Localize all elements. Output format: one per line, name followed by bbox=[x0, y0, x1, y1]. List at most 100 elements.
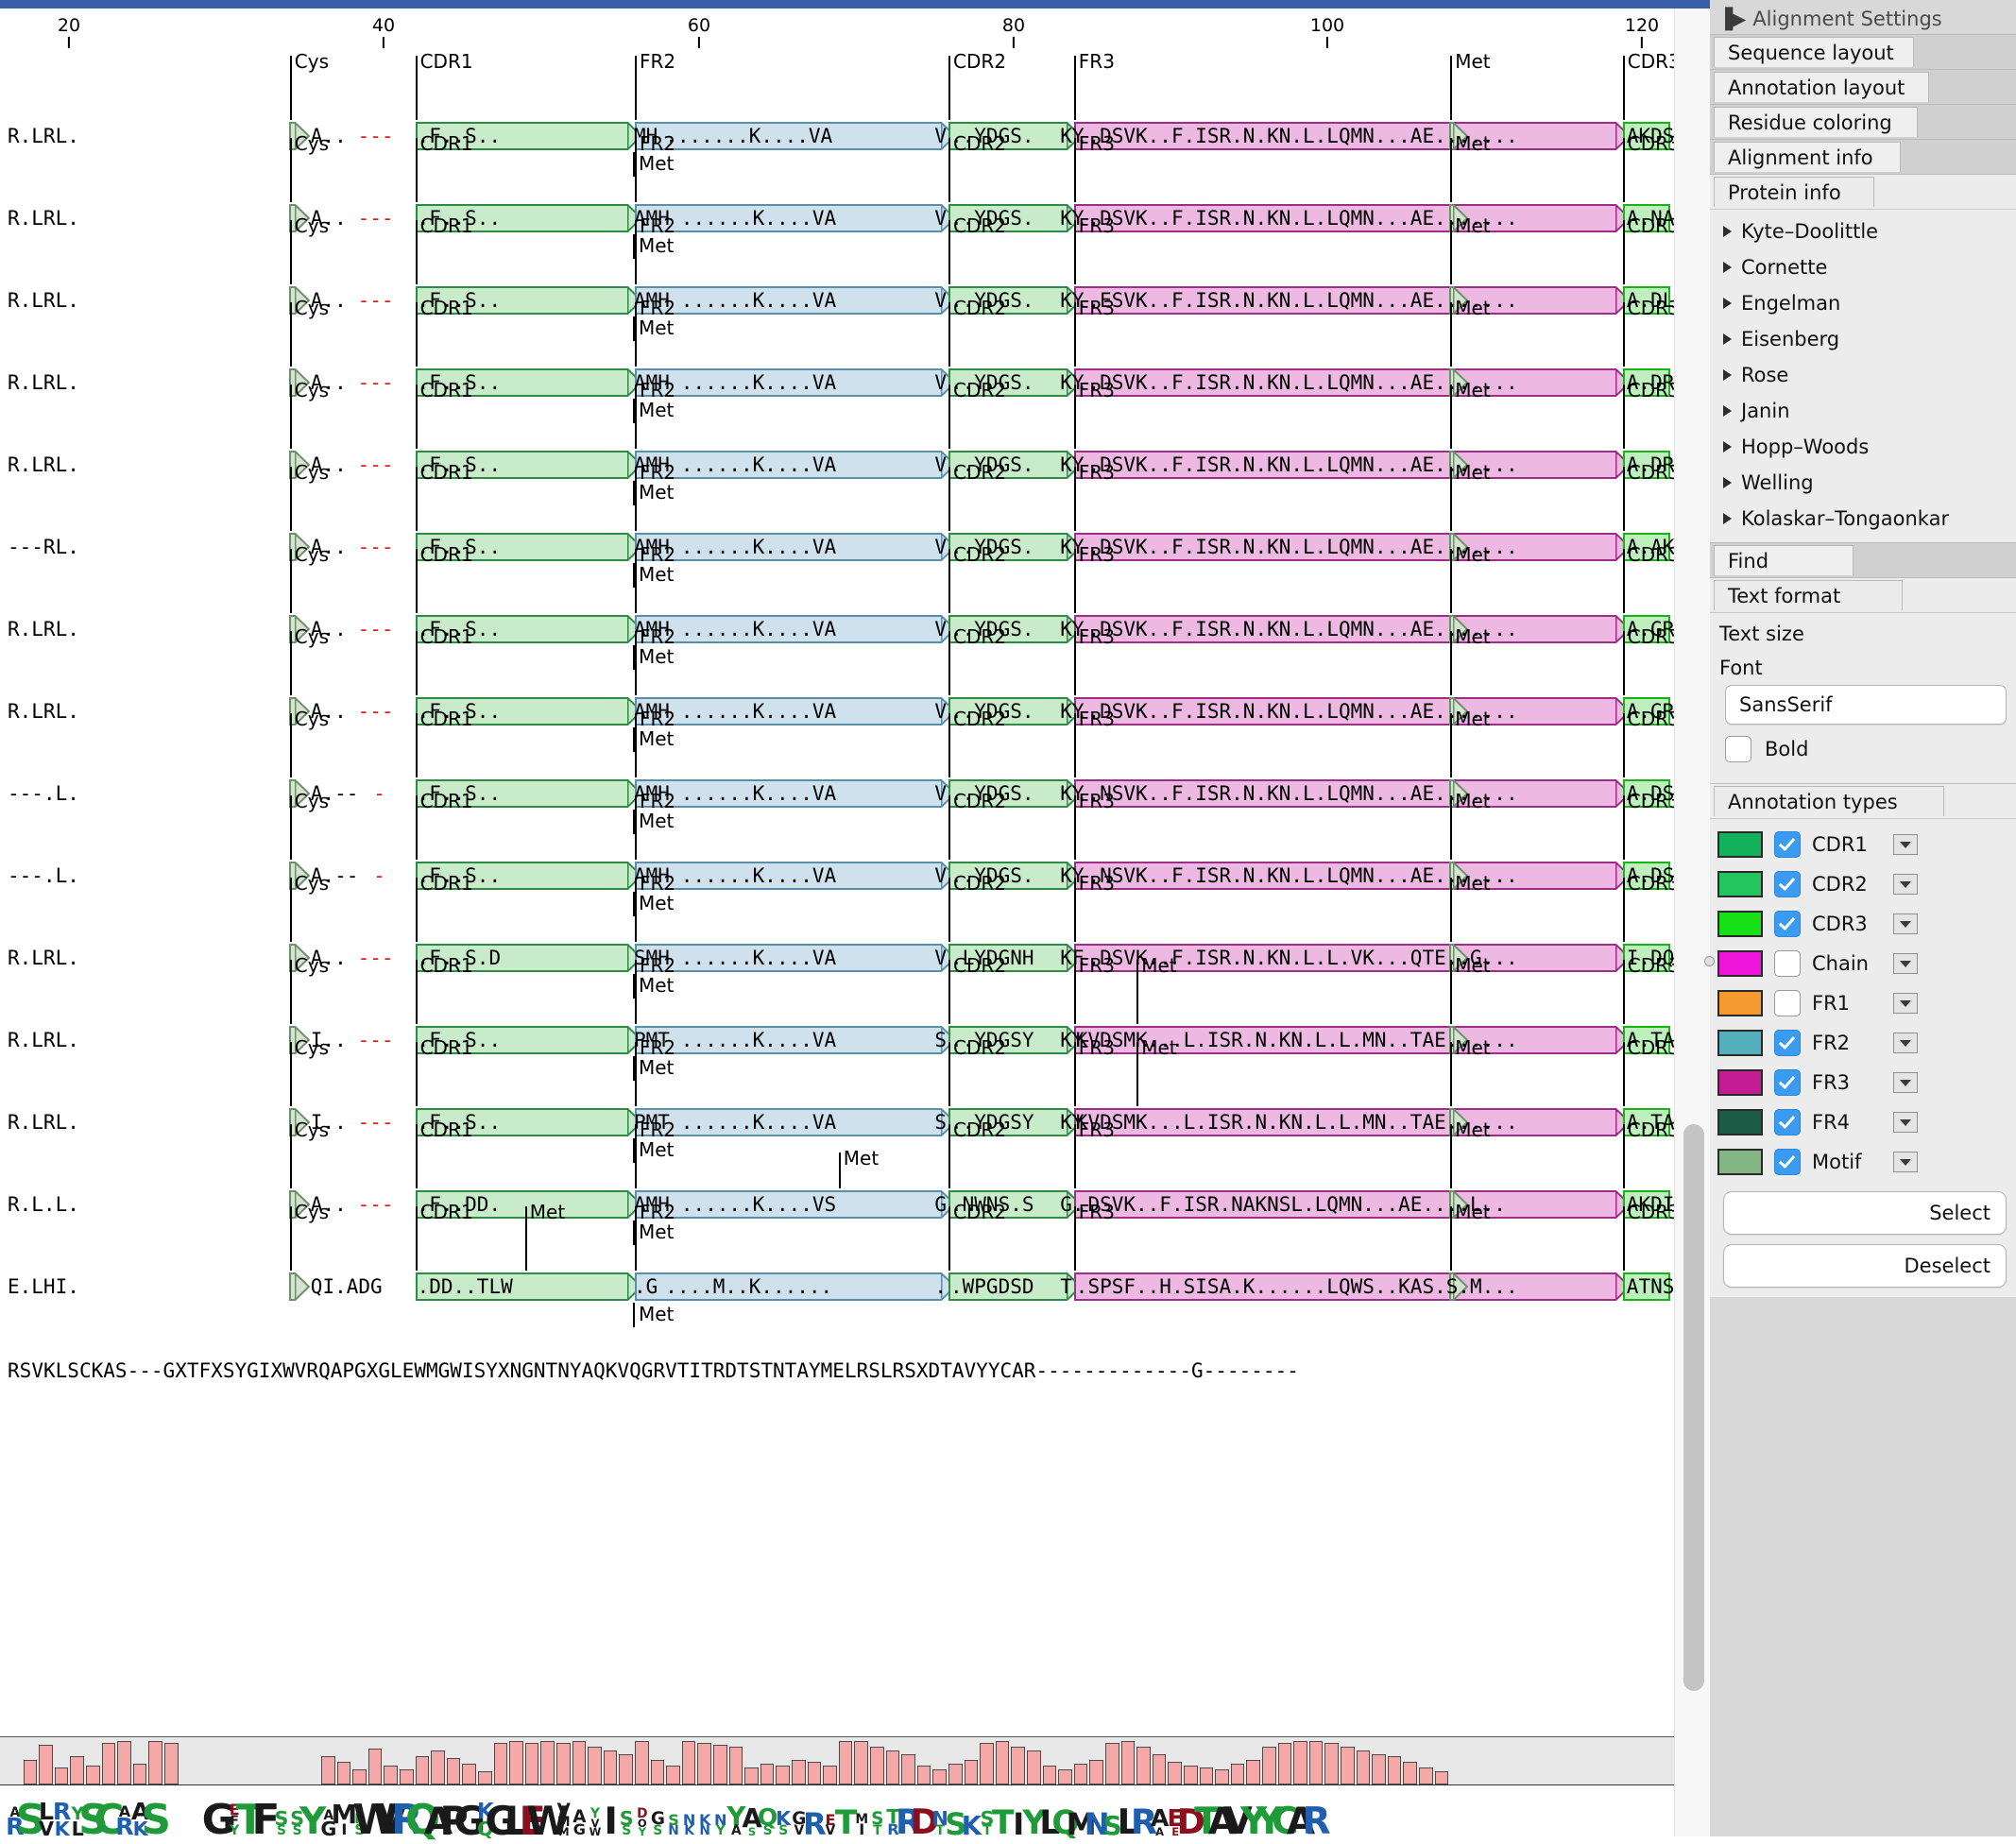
protein-info-item-2[interactable]: Engelman bbox=[1710, 285, 2016, 321]
fr3-label: FR3 bbox=[1078, 297, 1115, 319]
chevron-down-icon[interactable] bbox=[1893, 1152, 1918, 1172]
annotation-type-row-fr4[interactable]: FR4 bbox=[1710, 1102, 2016, 1142]
annotation-type-checkbox[interactable] bbox=[1774, 1030, 1801, 1056]
residue-gap-dashes: --- bbox=[357, 1029, 394, 1051]
color-swatch[interactable] bbox=[1717, 831, 1763, 858]
logo-letter: A bbox=[731, 1823, 742, 1839]
met-label: Met bbox=[1455, 132, 1491, 155]
protein-info-item-6[interactable]: Hopp–Woods bbox=[1710, 429, 2016, 465]
cdr3-label: CDR3 bbox=[1627, 379, 1674, 401]
chevron-down-icon[interactable] bbox=[1893, 953, 1918, 974]
sidebar-resize-handle[interactable] bbox=[1704, 956, 1715, 966]
residue-fr2-end: V bbox=[934, 289, 948, 312]
annotation-type-row-cdr1[interactable]: CDR1 bbox=[1710, 825, 2016, 864]
protein-info-item-3[interactable]: Eisenberg bbox=[1710, 321, 2016, 357]
chevron-down-icon[interactable] bbox=[1893, 1072, 1918, 1093]
conservation-bar bbox=[838, 1741, 853, 1784]
color-swatch[interactable] bbox=[1717, 990, 1763, 1016]
font-select[interactable]: SansSerif bbox=[1725, 685, 2007, 725]
section-residue-coloring[interactable]: Residue coloring bbox=[1710, 104, 2016, 139]
protein-info-list[interactable]: Kyte–Doolittle Cornette Engelman Eisenberg R… bbox=[1710, 209, 2016, 542]
expand-panel-icon[interactable]: ▐▶ bbox=[1717, 8, 1746, 30]
section-alignment-info[interactable]: Alignment info bbox=[1710, 139, 2016, 174]
chevron-down-icon[interactable] bbox=[1893, 1033, 1918, 1053]
conservation-bar bbox=[1341, 1747, 1355, 1784]
conservation-bar bbox=[367, 1749, 383, 1784]
annotation-types-panel[interactable]: CDR1 CDR2 CDR3 Chain FR1 FR2 FR3 FR4 Motif Selec… bbox=[1710, 818, 2016, 1297]
section-annotation-types[interactable]: Annotation types bbox=[1710, 783, 2016, 818]
color-swatch[interactable] bbox=[1717, 1030, 1763, 1056]
section-tab-label[interactable]: Annotation layout bbox=[1714, 72, 1929, 102]
annotation-type-checkbox[interactable] bbox=[1774, 1149, 1801, 1175]
annotation-type-checkbox[interactable] bbox=[1774, 990, 1801, 1016]
annotation-types-tab-label[interactable]: Annotation types bbox=[1714, 786, 1944, 816]
alignment-panel[interactable]: 20 40 60 80 100 120 Cys CDR1 FR2 CDR2 FR3 Met CDR3 R… bbox=[0, 9, 1674, 1836]
section-find[interactable]: Find bbox=[1710, 542, 2016, 577]
residue-prefix: R.LRL. bbox=[8, 1111, 79, 1134]
sequence-logo: ARSLVRKYLSCARAKSGEFYTFSSSSYAGMIHSWVRQAPG… bbox=[0, 1785, 1674, 1841]
scrollbar-thumb[interactable] bbox=[1683, 1124, 1704, 1691]
section-tab-label[interactable]: Alignment info bbox=[1714, 142, 1901, 172]
fr3-label: FR3 bbox=[1078, 214, 1115, 237]
conservation-bar bbox=[635, 1741, 649, 1784]
color-swatch[interactable] bbox=[1717, 950, 1763, 977]
annotation-type-checkbox[interactable] bbox=[1774, 1069, 1801, 1096]
annotation-type-checkbox[interactable] bbox=[1774, 871, 1801, 897]
protein-info-item-0[interactable]: Kyte–Doolittle bbox=[1710, 213, 2016, 249]
conservation-bar bbox=[588, 1747, 602, 1784]
section-sequence-layout[interactable]: Sequence layout bbox=[1710, 34, 2016, 69]
color-swatch[interactable] bbox=[1717, 1069, 1763, 1096]
annotation-type-row-fr2[interactable]: FR2 bbox=[1710, 1023, 2016, 1063]
protein-info-item-5[interactable]: Janin bbox=[1710, 393, 2016, 429]
bold-checkbox[interactable] bbox=[1725, 736, 1751, 762]
annotation-type-checkbox[interactable] bbox=[1774, 911, 1801, 937]
annotation-type-row-chain[interactable]: Chain bbox=[1710, 944, 2016, 983]
protein-info-item-8[interactable]: Kolaskar–Tongaonkar bbox=[1710, 501, 2016, 537]
chevron-down-icon[interactable] bbox=[1893, 913, 1918, 934]
met-marker-line bbox=[1450, 960, 1453, 1024]
section-tab-label[interactable]: Sequence layout bbox=[1714, 37, 1914, 67]
color-swatch[interactable] bbox=[1717, 871, 1763, 897]
alignment-vertical-scrollbar[interactable] bbox=[1674, 9, 1711, 1836]
chevron-right-icon bbox=[1723, 369, 1732, 381]
color-swatch[interactable] bbox=[1717, 1109, 1763, 1135]
chevron-down-icon[interactable] bbox=[1893, 1112, 1918, 1133]
residue-gap-dashes: --- bbox=[357, 289, 394, 312]
section-tab-label[interactable]: Protein info bbox=[1714, 177, 1874, 207]
cys-label: Cys bbox=[294, 50, 330, 73]
annotation-type-checkbox[interactable] bbox=[1774, 831, 1801, 858]
logo-column: T bbox=[992, 1807, 1015, 1839]
annotation-type-row-cdr3[interactable]: CDR3 bbox=[1710, 904, 2016, 944]
text-format-tab-label[interactable]: Text format bbox=[1714, 580, 1903, 610]
section-tab-label[interactable]: Residue coloring bbox=[1714, 107, 1918, 137]
annotation-type-row-motif[interactable]: Motif bbox=[1710, 1142, 2016, 1182]
protein-info-item-7[interactable]: Welling bbox=[1710, 465, 2016, 501]
annotation-type-row-fr3[interactable]: FR3 bbox=[1710, 1063, 2016, 1102]
fr3-label: FR3 bbox=[1078, 50, 1115, 73]
annotation-type-row-fr1[interactable]: FR1 bbox=[1710, 983, 2016, 1023]
motif-annotation-cys[interactable] bbox=[288, 1272, 310, 1301]
fr2-label: FR2 bbox=[640, 379, 676, 401]
annotation-type-checkbox[interactable] bbox=[1774, 950, 1801, 977]
conservation-bar bbox=[728, 1747, 743, 1784]
section-text-format[interactable]: Text format bbox=[1710, 577, 2016, 612]
alignment-settings-sidebar[interactable]: ▐▶ Alignment Settings Sequence layout An… bbox=[1710, 0, 2016, 1836]
chevron-down-icon[interactable] bbox=[1893, 874, 1918, 895]
find-tab-label[interactable]: Find bbox=[1714, 545, 1854, 575]
bold-checkbox-row[interactable]: Bold bbox=[1710, 725, 2016, 772]
color-swatch[interactable] bbox=[1717, 911, 1763, 937]
select-all-button[interactable]: Select bbox=[1723, 1191, 2007, 1235]
color-swatch[interactable] bbox=[1717, 1149, 1763, 1175]
protein-info-item-4[interactable]: Rose bbox=[1710, 357, 2016, 393]
deselect-all-button[interactable]: Deselect bbox=[1723, 1244, 2007, 1288]
conservation-bar bbox=[415, 1756, 430, 1784]
conservation-bar bbox=[446, 1758, 461, 1784]
chevron-down-icon[interactable] bbox=[1893, 993, 1918, 1014]
section-annotation-layout[interactable]: Annotation layout bbox=[1710, 69, 2016, 104]
annotation-type-row-cdr2[interactable]: CDR2 bbox=[1710, 864, 2016, 904]
section-protein-info[interactable]: Protein info bbox=[1710, 174, 2016, 209]
annotation-type-checkbox[interactable] bbox=[1774, 1109, 1801, 1135]
logo-column: S bbox=[16, 1800, 45, 1841]
chevron-down-icon[interactable] bbox=[1893, 834, 1918, 855]
protein-info-item-1[interactable]: Cornette bbox=[1710, 249, 2016, 285]
